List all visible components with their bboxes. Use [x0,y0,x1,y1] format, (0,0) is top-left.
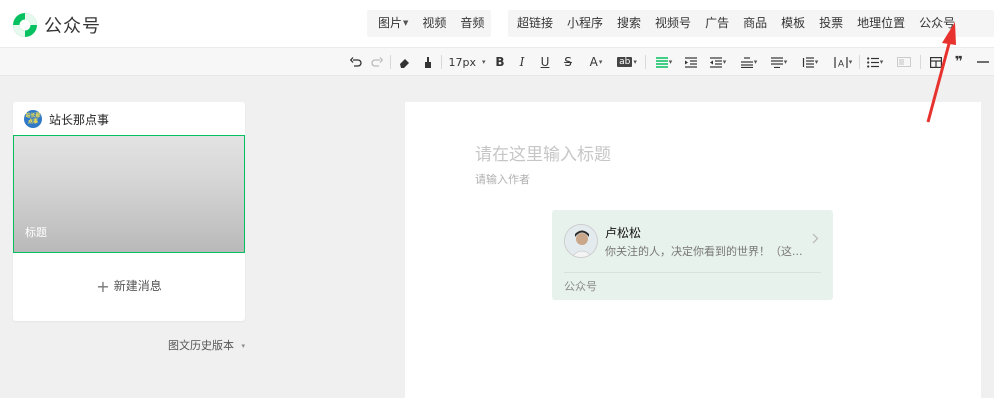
chevron-down-icon: ▾ [668,58,673,66]
table-icon[interactable] [929,53,943,71]
toolbar-divider [859,55,860,69]
horizontal-rule-icon[interactable] [976,53,990,71]
account-name: 站长那点事 [49,112,110,127]
background-color-button[interactable]: ab ▾ [615,53,639,71]
insert-vote-button[interactable]: 投票 [812,10,850,37]
chevron-down-icon: ▾ [241,342,246,350]
chevron-down-icon: ▾ [598,58,603,66]
font-size-select[interactable]: 17px ▾ [448,53,486,71]
card-divider [564,272,821,273]
background-color-label: ab [617,57,633,67]
svg-text:A: A [838,58,844,68]
official-account-description: 你关注的人，决定你看到的世界！（这... [605,245,803,258]
new-message-label: 新建消息 [113,279,162,293]
bullet-list-icon[interactable]: ▾ [864,53,886,71]
history-version-dropdown[interactable]: 图文历史版本 ▾ [168,337,245,353]
chevron-down-icon: ▾ [722,58,727,66]
new-message-button[interactable]: + 新建消息 [13,277,245,296]
account-info: 站长那点事 站长那点事 [24,110,109,128]
chevron-down-icon: ▾ [879,58,884,66]
chevron-down-icon: ▾ [482,58,486,66]
insert-search-button[interactable]: 搜索 [610,10,648,37]
editor-area: 请在这里输入标题 请输入作者 卢松松 你关注的人，决定你看到的世界！（这... … [405,102,981,398]
cover-title: 标题 [25,226,47,239]
official-account-tag: 公众号 [564,280,597,293]
author-input[interactable]: 请输入作者 [475,171,530,187]
top-header: 公众号 图片▼ 视频 音频 超链接 小程序 搜索 视频号 广告 商品 模板 投票… [0,0,994,48]
insert-audio-button[interactable]: 音频 [453,10,491,37]
account-avatar: 站长那点事 [24,110,42,128]
media-insert-group: 图片▼ 视频 音频 [367,10,491,37]
eraser-icon[interactable] [397,53,411,71]
insert-link-button[interactable]: 超链接 [510,10,560,37]
line-height-icon[interactable]: ▾ [799,53,821,71]
insert-image-button[interactable]: 图片▼ [371,10,415,37]
font-color-label: A [589,55,598,69]
insert-official-account-button[interactable]: 公众号 [912,10,962,37]
toolbar-divider [390,55,391,69]
insert-image-label: 图片 [378,16,403,30]
toolbar-divider [645,55,646,69]
history-version-label: 图文历史版本 [168,339,234,352]
logo-text: 公众号 [44,16,101,37]
wechat-logo-icon [13,13,37,37]
chevron-down-icon: ▾ [814,58,819,66]
italic-button[interactable]: I [516,53,528,71]
chevron-down-icon: ▾ [783,58,788,66]
article-cover-item[interactable]: 标题 [13,135,245,253]
chevron-down-icon: ▼ [403,19,409,27]
title-input[interactable]: 请在这里输入标题 [475,140,895,165]
bold-button[interactable]: B [494,53,506,71]
chevron-down-icon: ▾ [633,58,637,66]
format-toolbar: 17px ▾ B I U S A ▾ ab ▾ ▾ ▾ ▾ ▾ ▾ A ▾ ▾ ❞ [0,48,994,76]
paragraph-spacing-after-icon[interactable]: ▾ [768,53,790,71]
strikethrough-button[interactable]: S [562,53,574,71]
insert-ad-button[interactable]: 广告 [698,10,736,37]
content-insert-group: 超链接 小程序 搜索 视频号 广告 商品 模板 投票 地理位置 公众号 [508,10,994,37]
chevron-right-icon [812,232,819,248]
avatar-logo-text: 站长那点事 [25,113,41,125]
letter-spacing-icon[interactable]: A ▾ [831,53,855,71]
article-list-panel: 站长那点事 站长那点事 标题 + 新建消息 [13,102,245,321]
plus-icon: + [96,277,110,296]
insert-location-button[interactable]: 地理位置 [850,10,912,37]
align-justify-icon[interactable]: ▾ [653,53,675,71]
chevron-down-icon: ▾ [753,58,758,66]
official-account-card[interactable]: 卢松松 你关注的人，决定你看到的世界！（这... 公众号 [552,210,833,300]
official-account-name: 卢松松 [605,226,642,240]
underline-button[interactable]: U [539,53,551,71]
insert-product-button[interactable]: 商品 [736,10,774,37]
insert-miniprogram-button[interactable]: 小程序 [560,10,610,37]
toolbar-divider [920,55,921,69]
font-size-value: 17px [448,55,477,69]
insert-video-button[interactable]: 视频 [415,10,453,37]
divider-style-icon[interactable] [894,53,914,71]
redo-icon[interactable] [370,53,384,71]
paragraph-spacing-before-icon[interactable]: ▾ [738,53,760,71]
toolbar-divider [441,55,442,69]
format-painter-icon[interactable] [421,53,435,71]
logo: 公众号 [12,12,101,38]
undo-icon[interactable] [349,53,363,71]
quote-icon[interactable]: ❞ [952,53,966,71]
insert-channels-button[interactable]: 视频号 [648,10,698,37]
indent-icon[interactable] [684,53,698,71]
outdent-icon[interactable]: ▾ [707,53,729,71]
font-color-button[interactable]: A ▾ [585,53,607,71]
official-account-avatar [564,224,598,258]
insert-template-button[interactable]: 模板 [774,10,812,37]
chevron-down-icon: ▾ [848,58,853,66]
